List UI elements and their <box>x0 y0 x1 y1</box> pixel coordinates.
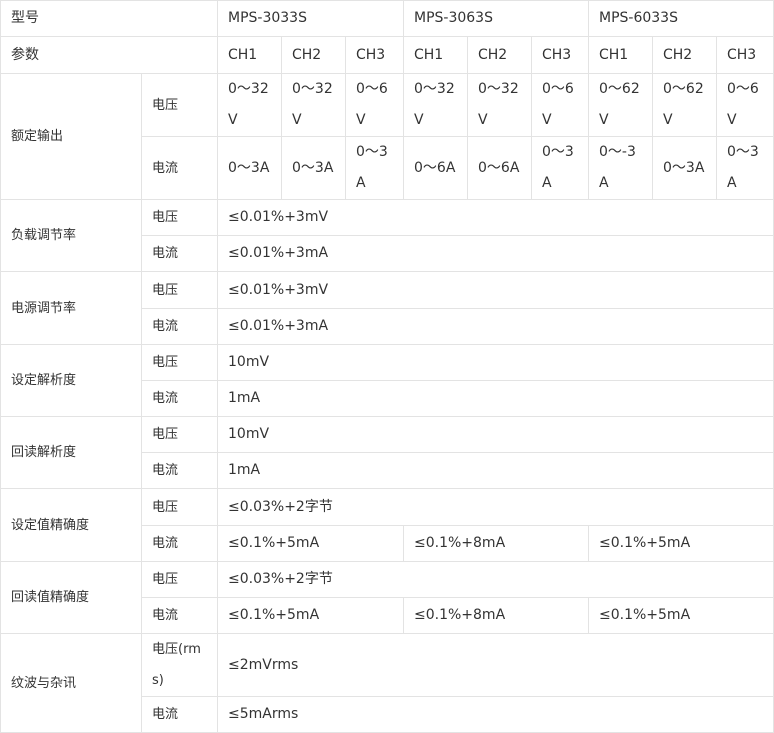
row-label-rated-output: 额定输出 <box>0 73 142 200</box>
rated-current-value: 0～3A <box>281 136 346 200</box>
rated-current-value: 0～3A <box>217 136 282 200</box>
row-label-ripple-noise: 纹波与杂讯 <box>0 633 142 733</box>
rated-current-value: 0～3A <box>716 136 774 200</box>
rated-voltage-value: 0～6V <box>531 73 589 137</box>
rated-voltage-value: 0～32V <box>467 73 532 137</box>
channel-header: CH3 <box>716 36 774 74</box>
current-label: 电流 <box>141 452 218 489</box>
current-label: 电流 <box>141 525 218 562</box>
set-accuracy-voltage-row: 设定值精确度 电压 ≤0.03%+2字节 <box>0 488 774 562</box>
set-accuracy-voltage-value: ≤0.03%+2字节 <box>217 488 774 526</box>
set-resolution-voltage-row: 设定解析度 电压 10mV <box>0 344 774 417</box>
set-accuracy-current-value: ≤0.1%+5mA <box>588 525 774 562</box>
rated-voltage-row: 额定输出 电压 0～32V 0～32V 0～6V 0～32V 0～32V 0～6… <box>0 73 774 200</box>
rated-voltage-value: 0～32V <box>217 73 282 137</box>
channel-header: CH1 <box>403 36 468 74</box>
voltage-label: 电压 <box>141 271 218 309</box>
channel-header: CH1 <box>588 36 653 74</box>
channel-header: CH2 <box>281 36 346 74</box>
rated-voltage-value: 0～62V <box>588 73 653 137</box>
readback-accuracy-current-value: ≤0.1%+5mA <box>588 597 774 634</box>
load-regulation-current-value: ≤0.01%+3mA <box>217 235 774 272</box>
rated-voltage-value: 0～6V <box>716 73 774 137</box>
rated-voltage-value: 0～32V <box>281 73 346 137</box>
row-label-set-accuracy: 设定值精确度 <box>0 488 142 562</box>
rated-voltage-value: 0～32V <box>403 73 468 137</box>
spec-table: 型号 MPS-3033S MPS-3063S MPS-6033S 参数 CH1 … <box>0 0 774 733</box>
channel-header: CH3 <box>345 36 404 74</box>
ripple-noise-current-value: ≤5mArms <box>217 696 774 733</box>
set-accuracy-current-value: ≤0.1%+5mA <box>217 525 404 562</box>
rated-current-value: 0～3A <box>345 136 404 200</box>
row-label-source-regulation: 电源调节率 <box>0 271 142 345</box>
channel-header: CH1 <box>217 36 282 74</box>
current-label: 电流 <box>141 597 218 634</box>
source-regulation-voltage-row: 电源调节率 电压 ≤0.01%+3mV <box>0 271 774 345</box>
set-resolution-voltage-value: 10mV <box>217 344 774 381</box>
current-label: 电流 <box>141 308 218 345</box>
voltage-label: 电压 <box>141 416 218 453</box>
rated-voltage-value: 0～6V <box>345 73 404 137</box>
rated-current-value: 0～3A <box>652 136 717 200</box>
readback-resolution-current-value: 1mA <box>217 452 774 489</box>
set-resolution-current-value: 1mA <box>217 380 774 417</box>
voltage-label: 电压 <box>141 199 218 236</box>
voltage-label: 电压 <box>141 344 218 381</box>
set-accuracy-current-value: ≤0.1%+8mA <box>403 525 589 562</box>
row-label-load-regulation: 负载调节率 <box>0 199 142 272</box>
source-regulation-current-value: ≤0.01%+3mA <box>217 308 774 345</box>
param-label: 参数 <box>0 36 218 74</box>
voltage-label: 电压 <box>141 73 218 137</box>
ripple-noise-voltage-value: ≤2mVrms <box>217 633 774 697</box>
model-name: MPS-3063S <box>403 0 589 37</box>
readback-accuracy-current-value: ≤0.1%+8mA <box>403 597 589 634</box>
source-regulation-voltage-value: ≤0.01%+3mV <box>217 271 774 309</box>
row-label-set-resolution: 设定解析度 <box>0 344 142 417</box>
readback-accuracy-current-value: ≤0.1%+5mA <box>217 597 404 634</box>
row-label-readback-resolution: 回读解析度 <box>0 416 142 489</box>
rated-voltage-value: 0～62V <box>652 73 717 137</box>
readback-resolution-voltage-row: 回读解析度 电压 10mV <box>0 416 774 489</box>
current-label: 电流 <box>141 696 218 733</box>
voltage-rms-label: 电压(rms) <box>141 633 218 697</box>
readback-accuracy-voltage-row: 回读值精确度 电压 ≤0.03%+2字节 <box>0 561 774 634</box>
load-regulation-voltage-value: ≤0.01%+3mV <box>217 199 774 236</box>
model-name: MPS-3033S <box>217 0 404 37</box>
rated-current-value: 0～6A <box>467 136 532 200</box>
readback-resolution-voltage-value: 10mV <box>217 416 774 453</box>
rated-current-value: 0～3A <box>531 136 589 200</box>
rated-current-value: 0～-3A <box>588 136 653 200</box>
model-label: 型号 <box>0 0 218 37</box>
rated-current-value: 0～6A <box>403 136 468 200</box>
load-regulation-voltage-row: 负载调节率 电压 ≤0.01%+3mV <box>0 199 774 272</box>
current-label: 电流 <box>141 136 218 200</box>
channel-header: CH2 <box>467 36 532 74</box>
channel-row: 参数 CH1 CH2 CH3 CH1 CH2 CH3 CH1 CH2 CH3 <box>0 36 774 74</box>
voltage-label: 电压 <box>141 488 218 526</box>
readback-accuracy-voltage-value: ≤0.03%+2字节 <box>217 561 774 598</box>
ripple-noise-voltage-row: 纹波与杂讯 电压(rms) ≤2mVrms <box>0 633 774 733</box>
current-label: 电流 <box>141 380 218 417</box>
model-name: MPS-6033S <box>588 0 774 37</box>
channel-header: CH3 <box>531 36 589 74</box>
row-label-readback-accuracy: 回读值精确度 <box>0 561 142 634</box>
channel-header: CH2 <box>652 36 717 74</box>
model-row: 型号 MPS-3033S MPS-3063S MPS-6033S <box>0 0 774 37</box>
voltage-label: 电压 <box>141 561 218 598</box>
current-label: 电流 <box>141 235 218 272</box>
